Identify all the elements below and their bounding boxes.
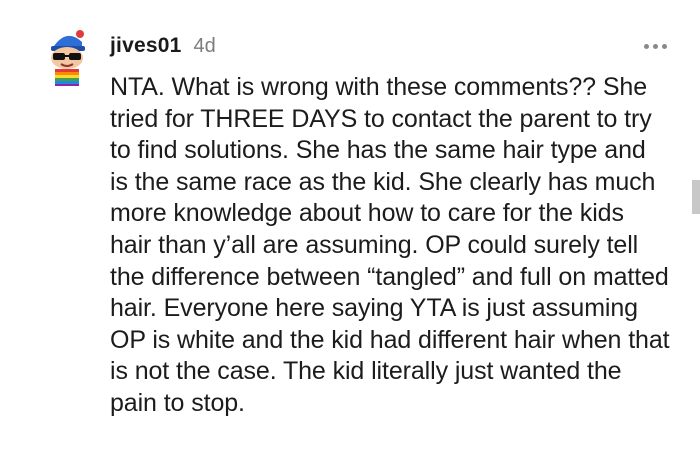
more-options-button[interactable] bbox=[638, 34, 672, 58]
comment-header: jives01 4d bbox=[110, 34, 216, 62]
more-options-icon bbox=[643, 43, 649, 49]
scrollbar-thumb[interactable] bbox=[692, 180, 700, 214]
more-options-icon bbox=[661, 43, 667, 49]
comment-body: NTA. What is wrong with these comments??… bbox=[110, 73, 670, 417]
more-options-icon bbox=[652, 43, 658, 49]
snoo-avatar-icon bbox=[51, 30, 85, 86]
user-avatar[interactable] bbox=[36, 24, 98, 86]
username-link[interactable]: jives01 bbox=[110, 34, 181, 58]
comment: jives01 4d NTA. What is wrong with these… bbox=[0, 0, 700, 474]
comment-timestamp: 4d bbox=[193, 35, 216, 57]
